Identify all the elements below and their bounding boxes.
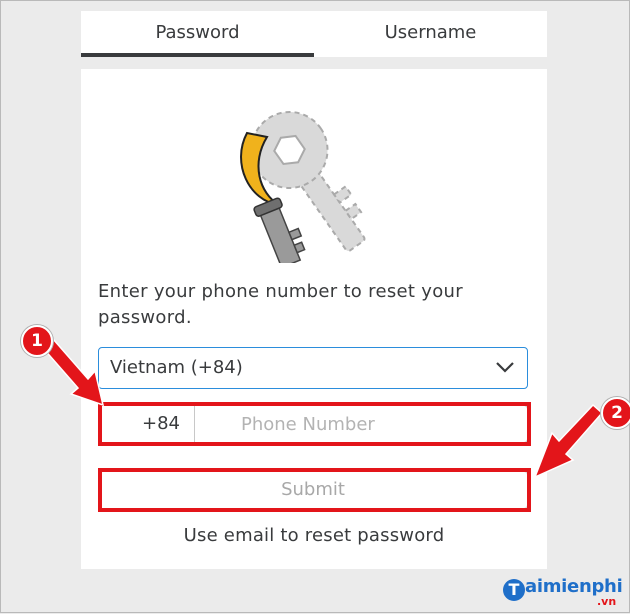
annotation-arrow-2 bbox=[533, 403, 604, 479]
annotation-arrows bbox=[41, 337, 604, 479]
annotation-badge-1: 1 bbox=[21, 325, 53, 357]
annotation-badge-2: 2 bbox=[601, 397, 630, 429]
watermark-logo: T aimienphi .vn bbox=[503, 576, 623, 608]
watermark-initial: T bbox=[503, 579, 525, 601]
watermark-suffix: .vn bbox=[597, 595, 617, 608]
watermark-text: aimienphi bbox=[525, 576, 623, 597]
annotation-arrow-1 bbox=[41, 337, 105, 407]
